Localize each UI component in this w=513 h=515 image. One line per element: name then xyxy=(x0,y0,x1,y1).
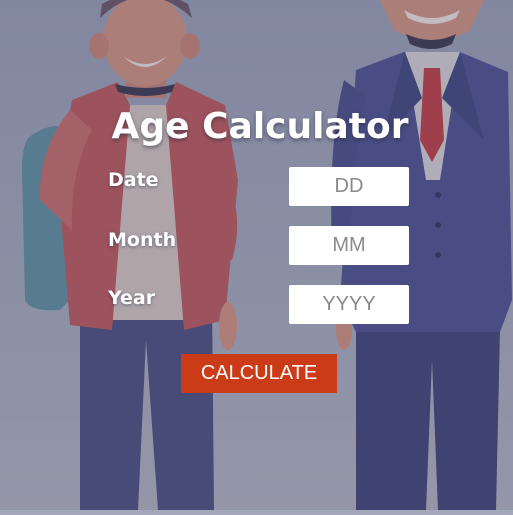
year-label: Year xyxy=(108,287,156,309)
age-calculator-form: Age Calculator Date Month Year CALCULATE xyxy=(0,0,513,510)
month-label: Month xyxy=(108,229,177,251)
month-input[interactable] xyxy=(289,226,409,265)
page-title: Age Calculator xyxy=(111,106,409,147)
date-input[interactable] xyxy=(289,167,409,206)
calculate-button[interactable]: CALCULATE xyxy=(181,354,337,393)
year-input[interactable] xyxy=(289,285,409,324)
date-label: Date xyxy=(108,169,159,191)
